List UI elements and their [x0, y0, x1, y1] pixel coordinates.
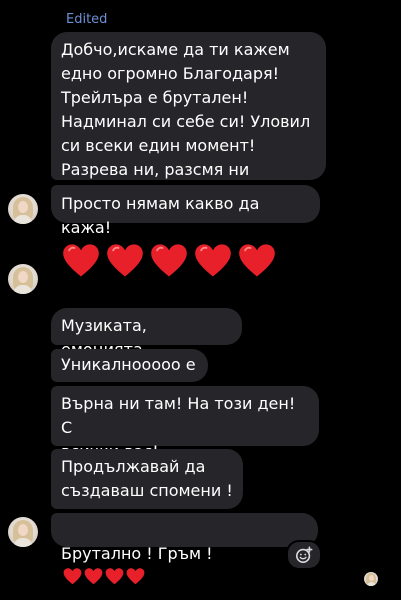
add-reaction-smiley-icon [295, 546, 313, 564]
message-bubble[interactable]: Музиката, емоцията [51, 308, 242, 359]
red-heart-icon [151, 244, 187, 277]
red-heart-icon [107, 244, 143, 277]
red-heart-icon [63, 568, 82, 585]
red-heart-icon [105, 568, 124, 585]
red-heart-icon [239, 244, 275, 277]
edited-label: Edited [66, 12, 108, 27]
add-reaction-button[interactable] [286, 540, 322, 570]
message-bubble[interactable]: Просто нямам какво да кажа! [51, 185, 320, 237]
sender-avatar[interactable] [8, 194, 38, 224]
seen-avatar [364, 572, 378, 586]
message-bubble[interactable]: Уникалнооооо е [51, 349, 208, 382]
red-heart-icon [63, 244, 99, 277]
message-bubble[interactable]: Върна ни там! На този ден! С всички вас! [51, 386, 319, 461]
message-bubble[interactable]: Брутално ! Гръм ! [51, 513, 318, 585]
red-heart-icon [84, 568, 103, 585]
red-heart-icon [126, 568, 145, 585]
message-text: Брутално ! Гръм ! [61, 544, 213, 563]
message-bubble[interactable]: Добчо,искаме да ти кажем едно огромно Бл… [51, 32, 326, 180]
red-heart-icon [195, 244, 231, 277]
message-bubble[interactable]: Продължавай да създаваш спомени ! [51, 449, 243, 509]
sender-avatar[interactable] [8, 264, 38, 294]
sender-avatar[interactable] [8, 517, 38, 547]
hearts-message[interactable] [62, 242, 276, 280]
